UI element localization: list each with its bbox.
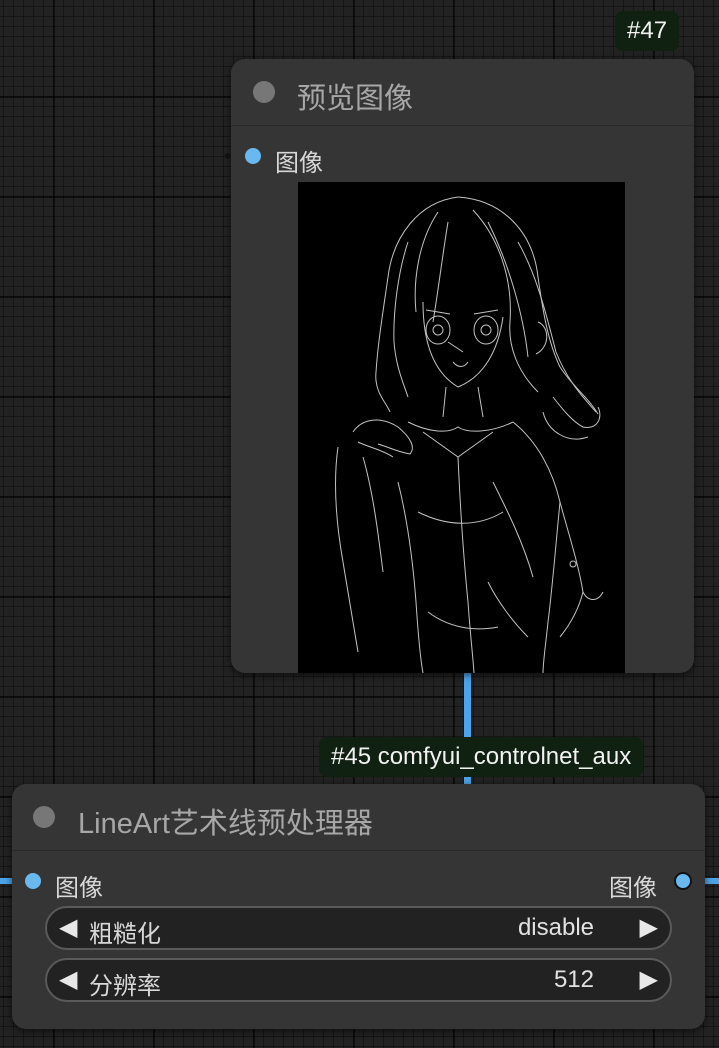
resolution-number-widget[interactable]: ◀ 分辨率 512 ▶ (45, 958, 672, 1002)
widget-value: disable (517, 914, 594, 941)
preview-image-node[interactable]: 预览图像 图像 (225, 59, 694, 673)
left-arrow-icon[interactable]: ◀ (59, 913, 77, 942)
input-slot-label: 图像 (55, 875, 103, 902)
left-arrow-icon[interactable]: ◀ (59, 965, 77, 994)
roughness-combo-widget[interactable]: ◀ 粗糙化 disable ▶ (45, 906, 672, 950)
collapse-dot-icon[interactable] (33, 806, 55, 828)
widget-label: 分辨率 (89, 973, 161, 1000)
preview-image (298, 182, 625, 673)
widget-value: 512 (553, 966, 594, 993)
lineart-preprocessor-node[interactable]: LineArt艺术线预处理器 图像 图像 ◀ 粗糙化 disable ▶ ◀ 分… (12, 784, 705, 1029)
right-arrow-icon[interactable]: ▶ (640, 965, 658, 994)
node-header[interactable]: LineArt艺术线预处理器 (12, 784, 705, 851)
widget-label: 粗糙化 (89, 921, 161, 948)
link-right-output (704, 878, 719, 884)
right-arrow-icon[interactable]: ▶ (640, 913, 658, 942)
input-slot-icon[interactable] (25, 873, 41, 889)
input-slot-icon[interactable] (245, 148, 261, 164)
output-slot-label: 图像 (609, 875, 657, 902)
node-title: 预览图像 (297, 83, 414, 115)
collapse-dot-icon[interactable] (253, 81, 275, 103)
lineart-image (335, 196, 604, 673)
node-title: LineArt艺术线预处理器 (78, 808, 373, 840)
node-header[interactable]: 预览图像 (231, 59, 694, 126)
input-slot-dot[interactable] (225, 153, 231, 159)
output-slot-icon[interactable] (674, 872, 692, 890)
node-id-badge: #47 (615, 11, 680, 51)
input-slot-label: 图像 (275, 150, 323, 177)
node-id-badge: #45 comfyui_controlnet_aux (319, 737, 644, 777)
